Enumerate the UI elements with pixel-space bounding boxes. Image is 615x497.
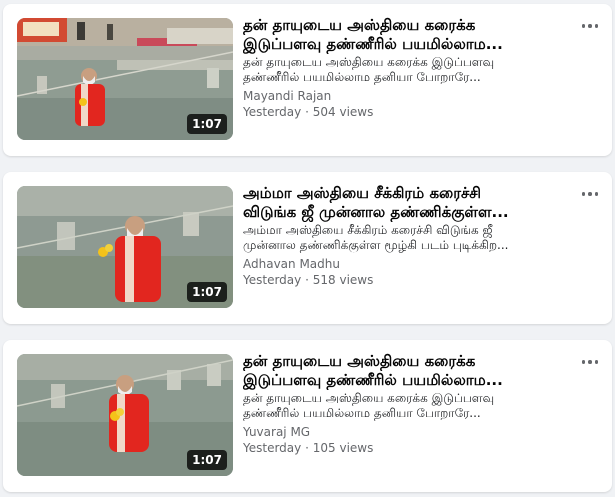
video-posted-time: Yesterday	[243, 441, 302, 455]
video-card[interactable]: 1:07 தன் தாயுடைய அஸ்தியை கரைக்க இடுப்பளவ…	[3, 4, 612, 156]
video-title-line: தன் தாயுடைய அஸ்தியை கரைக்க	[243, 352, 476, 370]
video-duration-badge: 1:07	[187, 450, 227, 470]
video-views: 518 views	[312, 273, 374, 287]
video-card[interactable]: 1:07 தன் தாயுடைய அஸ்தியை கரைக்க இடுப்பளவ…	[3, 340, 612, 492]
video-info: அம்மா அஸ்தியை சீக்கிரம் கரைச்சி விடுங்க …	[243, 184, 561, 288]
video-description-line: தன் தாயுடைய அஸ்தியை கரைக்க இடுப்பளவு	[243, 55, 495, 69]
video-title-line: தன் தாயுடைய அஸ்தியை கரைக்க	[243, 16, 476, 34]
video-title-line: இடுப்பளவு தண்ணீரில் பயமில்லாம...	[243, 35, 503, 53]
video-views: 504 views	[312, 105, 374, 119]
video-thumbnail[interactable]: 1:07	[17, 18, 233, 140]
meta-separator: ·	[305, 441, 309, 455]
video-posted-time: Yesterday	[243, 105, 302, 119]
video-description-line: முன்னால தண்ணிக்குள்ள மூழ்கி படம் புடிக்க…	[243, 238, 509, 252]
video-description-line: தண்ணீரில் பயமில்லாம தனியா போறாரே...	[243, 406, 481, 420]
video-title-line: இடுப்பளவு தண்ணீரில் பயமில்லாம...	[243, 371, 503, 389]
video-author[interactable]: Yuvaraj MG	[243, 424, 561, 440]
video-title-line: அம்மா அஸ்தியை சீக்கிரம் கரைச்சி	[243, 184, 482, 202]
meta-separator: ·	[305, 105, 309, 119]
video-thumbnail[interactable]: 1:07	[17, 354, 233, 476]
video-description-line: தண்ணீரில் பயமில்லாம தனியா போறாரே...	[243, 70, 481, 84]
video-info: தன் தாயுடைய அஸ்தியை கரைக்க இடுப்பளவு தண்…	[243, 16, 561, 120]
video-info: தன் தாயுடைய அஸ்தியை கரைக்க இடுப்பளவு தண்…	[243, 352, 561, 456]
video-duration-badge: 1:07	[187, 114, 227, 134]
meta-separator: ·	[305, 273, 309, 287]
video-duration-badge: 1:07	[187, 282, 227, 302]
video-posted-time: Yesterday	[243, 273, 302, 287]
video-author[interactable]: Adhavan Madhu	[243, 256, 561, 272]
video-meta: Yesterday · 504 views	[243, 104, 561, 120]
more-options-icon[interactable]	[578, 354, 602, 370]
video-card[interactable]: 1:07 அம்மா அஸ்தியை சீக்கிரம் கரைச்சி விட…	[3, 172, 612, 324]
video-views: 105 views	[312, 441, 374, 455]
video-title-line: விடுங்க ஜீ முன்னால தண்ணிக்குள்ள...	[243, 203, 509, 221]
video-meta: Yesterday · 105 views	[243, 440, 561, 456]
video-title[interactable]: அம்மா அஸ்தியை சீக்கிரம் கரைச்சி விடுங்க …	[243, 184, 561, 222]
video-author[interactable]: Mayandi Rajan	[243, 88, 561, 104]
video-title[interactable]: தன் தாயுடைய அஸ்தியை கரைக்க இடுப்பளவு தண்…	[243, 352, 561, 390]
more-options-icon[interactable]	[578, 18, 602, 34]
video-description: தன் தாயுடைய அஸ்தியை கரைக்க இடுப்பளவு தண்…	[243, 55, 561, 85]
video-description-line: அம்மா அஸ்தியை சீக்கிரம் கரைச்சி விடுங்க …	[243, 223, 493, 237]
video-thumbnail[interactable]: 1:07	[17, 186, 233, 308]
video-description: தன் தாயுடைய அஸ்தியை கரைக்க இடுப்பளவு தண்…	[243, 391, 561, 421]
video-description: அம்மா அஸ்தியை சீக்கிரம் கரைச்சி விடுங்க …	[243, 223, 561, 253]
video-title[interactable]: தன் தாயுடைய அஸ்தியை கரைக்க இடுப்பளவு தண்…	[243, 16, 561, 54]
video-meta: Yesterday · 518 views	[243, 272, 561, 288]
video-description-line: தன் தாயுடைய அஸ்தியை கரைக்க இடுப்பளவு	[243, 391, 495, 405]
more-options-icon[interactable]	[578, 186, 602, 202]
